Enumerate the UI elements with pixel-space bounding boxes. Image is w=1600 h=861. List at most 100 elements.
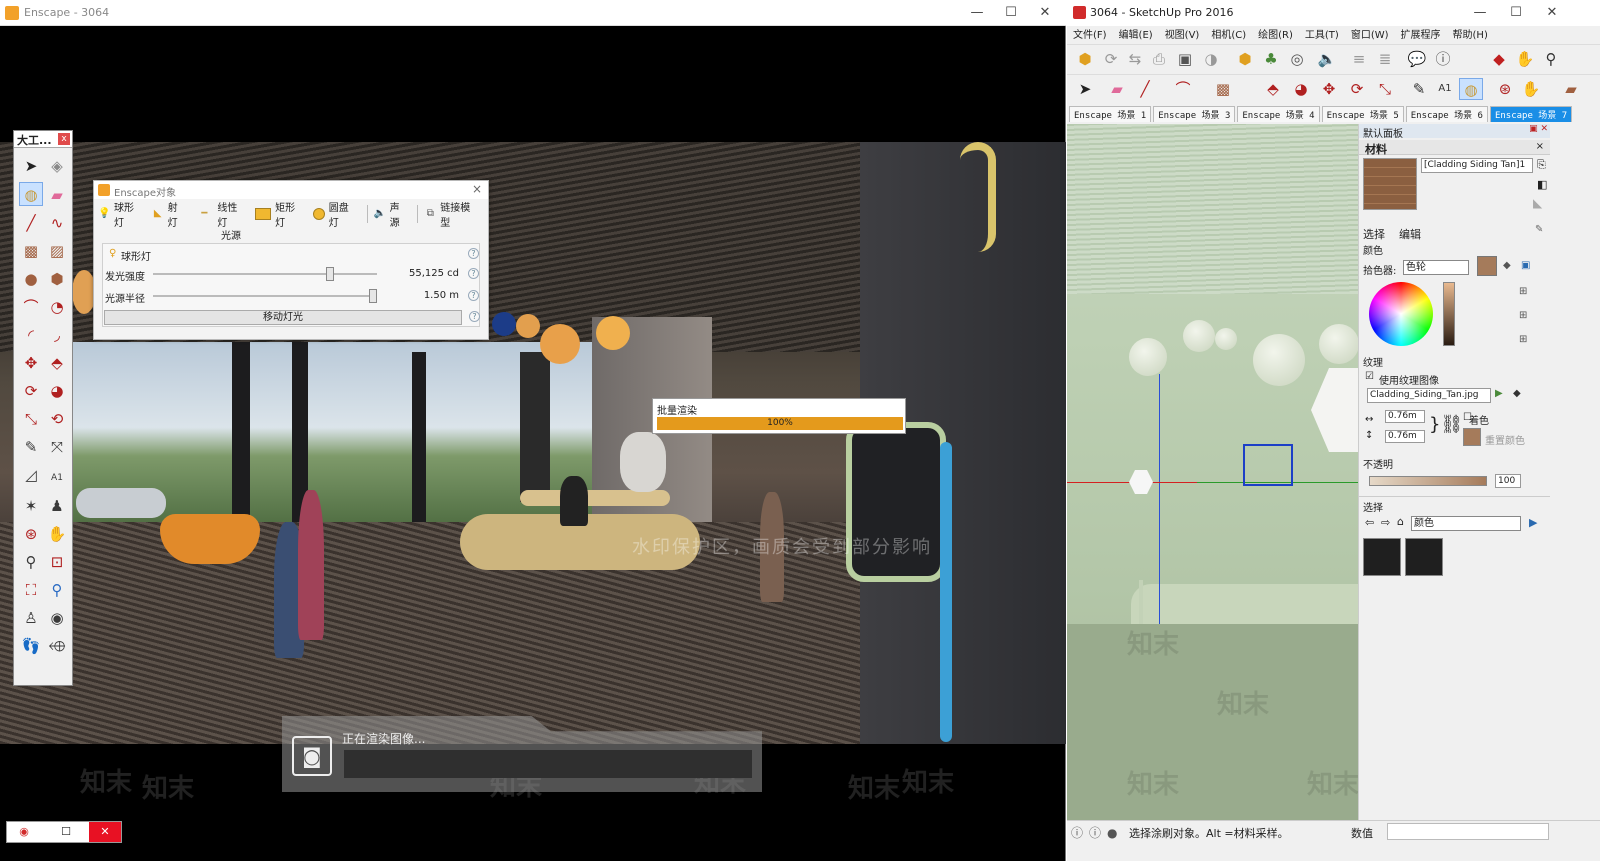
help-icon[interactable]: ? bbox=[468, 248, 479, 259]
color-wheel[interactable] bbox=[1369, 282, 1433, 346]
arc-tool-icon[interactable]: ⌒ bbox=[19, 295, 43, 319]
rectangle-tool-icon[interactable]: ▩ bbox=[19, 239, 43, 263]
enscape-icon[interactable]: ◉ bbox=[9, 822, 39, 842]
color-picker-dropdown[interactable]: 色轮 bbox=[1403, 260, 1469, 275]
polygon-tool-icon[interactable]: ⬢ bbox=[45, 267, 69, 291]
follow-me-icon[interactable]: ◕ bbox=[1289, 78, 1313, 100]
previous-view-tool-icon[interactable]: ⚲ bbox=[45, 578, 69, 602]
spot-light-button[interactable]: ◣ 射灯 bbox=[152, 199, 188, 229]
arc3-tool-icon[interactable]: ◞ bbox=[45, 323, 69, 347]
disk-light-button[interactable]: 圆盘灯 bbox=[312, 199, 359, 229]
opacity-value-field[interactable]: 100 bbox=[1495, 474, 1521, 488]
pan-tool-icon[interactable]: ✋ bbox=[45, 522, 69, 546]
about-icon[interactable]: ⓘ bbox=[1431, 48, 1455, 70]
tape-measure-tool-icon[interactable]: ✎ bbox=[19, 435, 43, 459]
feedback-icon[interactable]: 💬 bbox=[1405, 48, 1429, 70]
scene-tab[interactable]: Enscape 场景 4 bbox=[1237, 106, 1320, 122]
position-camera-tool-icon[interactable]: ♙ bbox=[19, 606, 43, 630]
text-tool-icon[interactable]: A1 bbox=[45, 466, 69, 490]
sync-update-icon[interactable]: ⟳ bbox=[1099, 48, 1123, 70]
enscape-start-icon[interactable]: ⬢ bbox=[1073, 48, 1097, 70]
link-aspect-icon[interactable]: }⛓ bbox=[1429, 414, 1463, 435]
rotated-rectangle-tool-icon[interactable]: ▨ bbox=[45, 239, 69, 263]
dimension-tool-icon[interactable]: ⤧ bbox=[45, 435, 69, 459]
rect-light-button[interactable]: 矩形灯 bbox=[255, 199, 305, 229]
palette-close-button[interactable]: x bbox=[58, 133, 70, 145]
texture-file-field[interactable]: Cladding_Siding_Tan.jpg bbox=[1367, 388, 1491, 403]
tab-select[interactable]: 选择 bbox=[1363, 226, 1385, 242]
default-material-icon[interactable]: ◧ bbox=[1537, 178, 1547, 191]
intensity-slider-thumb[interactable] bbox=[325, 267, 334, 281]
texture-width-field[interactable]: 0.76m bbox=[1385, 410, 1425, 423]
brightness-slider[interactable] bbox=[1443, 282, 1455, 346]
sound-icon[interactable]: 🔈 bbox=[1315, 48, 1339, 70]
maximize-button[interactable]: ☐ bbox=[1499, 3, 1533, 23]
selected-component-bounding-box[interactable] bbox=[1243, 444, 1293, 486]
eyedropper-icon[interactable]: ✎ bbox=[1535, 224, 1543, 235]
follow-me-tool-icon[interactable]: ◕ bbox=[45, 379, 69, 403]
minimize-button[interactable]: — bbox=[960, 3, 994, 23]
menu-draw[interactable]: 绘图(R) bbox=[1258, 26, 1293, 42]
component-tool-icon[interactable]: ◈ bbox=[45, 154, 69, 178]
material-name-field[interactable]: [Cladding Siding Tan]1 bbox=[1421, 158, 1533, 173]
menu-camera[interactable]: 相机(C) bbox=[1211, 26, 1246, 42]
screenshot-icon[interactable]: ▣ bbox=[1173, 48, 1197, 70]
eraser-tool-icon[interactable]: ▰ bbox=[45, 183, 69, 207]
asset-library-icon[interactable]: ♣ bbox=[1259, 48, 1283, 70]
home-icon[interactable]: ⌂ bbox=[1397, 515, 1404, 528]
opacity-slider[interactable] bbox=[1369, 476, 1487, 486]
restore-button[interactable]: ☐ bbox=[51, 822, 81, 842]
zoom-icon[interactable]: ⚲ bbox=[1539, 48, 1563, 70]
intensity-slider-track[interactable] bbox=[153, 273, 377, 275]
line-light-button[interactable]: ━ 线性灯 bbox=[196, 199, 248, 229]
menu-extensions[interactable]: 扩展程序 bbox=[1401, 26, 1441, 42]
material-editor-icon[interactable]: ◎ bbox=[1285, 48, 1309, 70]
pan-icon[interactable]: ✋ bbox=[1513, 48, 1537, 70]
link-model-button[interactable]: ⧉ 链接模型 bbox=[424, 199, 480, 229]
freehand-tool-icon[interactable]: ∿ bbox=[45, 211, 69, 235]
menu-tools[interactable]: 工具(T) bbox=[1305, 26, 1339, 42]
edit-texture-icon[interactable]: ◆ bbox=[1513, 388, 1521, 399]
batch-render-icon[interactable]: ◑ bbox=[1199, 48, 1223, 70]
capture-icon[interactable]: ⎙ bbox=[1147, 48, 1171, 70]
tape-measure-icon[interactable]: ✎ bbox=[1407, 78, 1431, 100]
material-library-dropdown[interactable]: 颜色 bbox=[1411, 516, 1521, 531]
zoom-window-tool-icon[interactable]: ⊡ bbox=[45, 550, 69, 574]
move-tool-icon[interactable]: ✥ bbox=[19, 351, 43, 375]
details-arrow-icon[interactable]: ▶ bbox=[1529, 516, 1537, 529]
pencil-tool-icon[interactable]: ╱ bbox=[19, 211, 43, 235]
tray-pin-close-icon[interactable]: ▣ ✕ bbox=[1529, 124, 1548, 134]
menu-window[interactable]: 窗口(W) bbox=[1351, 26, 1389, 42]
menu-edit[interactable]: 编辑(E) bbox=[1119, 26, 1153, 42]
help-icon[interactable]: ? bbox=[468, 268, 479, 279]
forward-arrow-icon[interactable]: ⇨ bbox=[1381, 516, 1390, 529]
scale-icon[interactable]: ⤡ bbox=[1373, 78, 1397, 100]
circle-tool-icon[interactable]: ● bbox=[19, 267, 43, 291]
paint-bucket-tool-icon[interactable]: ◍ bbox=[19, 182, 43, 206]
match-color-screen-icon[interactable]: ▣ bbox=[1521, 260, 1530, 271]
text-icon[interactable]: A1 bbox=[1433, 78, 1457, 100]
match-color-object-icon[interactable]: ◆ bbox=[1503, 260, 1511, 271]
help-icon[interactable]: ? bbox=[468, 290, 479, 301]
reset-color-button[interactable]: 重置颜色 bbox=[1485, 432, 1525, 447]
close-button[interactable]: ✕ bbox=[1535, 3, 1569, 23]
reset-color-swatch[interactable] bbox=[1463, 428, 1481, 446]
pencil-icon[interactable]: ╱ bbox=[1133, 78, 1157, 100]
materials-panel-header[interactable]: 材料 × bbox=[1359, 140, 1550, 156]
scale-tool-icon[interactable]: ⤡ bbox=[19, 407, 43, 431]
paint-bucket-icon[interactable]: ◍ bbox=[1459, 78, 1483, 100]
close-button[interactable]: ✕ bbox=[89, 822, 121, 842]
scene-tab[interactable]: Enscape 场景 3 bbox=[1153, 106, 1236, 122]
arc-icon[interactable]: ⌒ bbox=[1171, 78, 1195, 100]
enscape-objects-icon[interactable]: ⬢ bbox=[1233, 48, 1257, 70]
browse-folder-icon[interactable]: ▶ bbox=[1495, 388, 1503, 399]
dialog-close-button[interactable]: × bbox=[472, 182, 482, 196]
menu-view[interactable]: 视图(V) bbox=[1165, 26, 1200, 42]
3d-text-tool-icon[interactable]: ♟ bbox=[45, 494, 69, 518]
scene-tab[interactable]: Enscape 场景 6 bbox=[1405, 106, 1488, 122]
walk-tool-icon[interactable]: 👣 bbox=[19, 634, 43, 658]
menu-file[interactable]: 文件(F) bbox=[1073, 26, 1107, 42]
material-thumbnail[interactable] bbox=[1405, 538, 1443, 576]
move-icon[interactable]: ✥ bbox=[1317, 78, 1341, 100]
checkbox-icon[interactable]: ☑ bbox=[1365, 371, 1374, 382]
